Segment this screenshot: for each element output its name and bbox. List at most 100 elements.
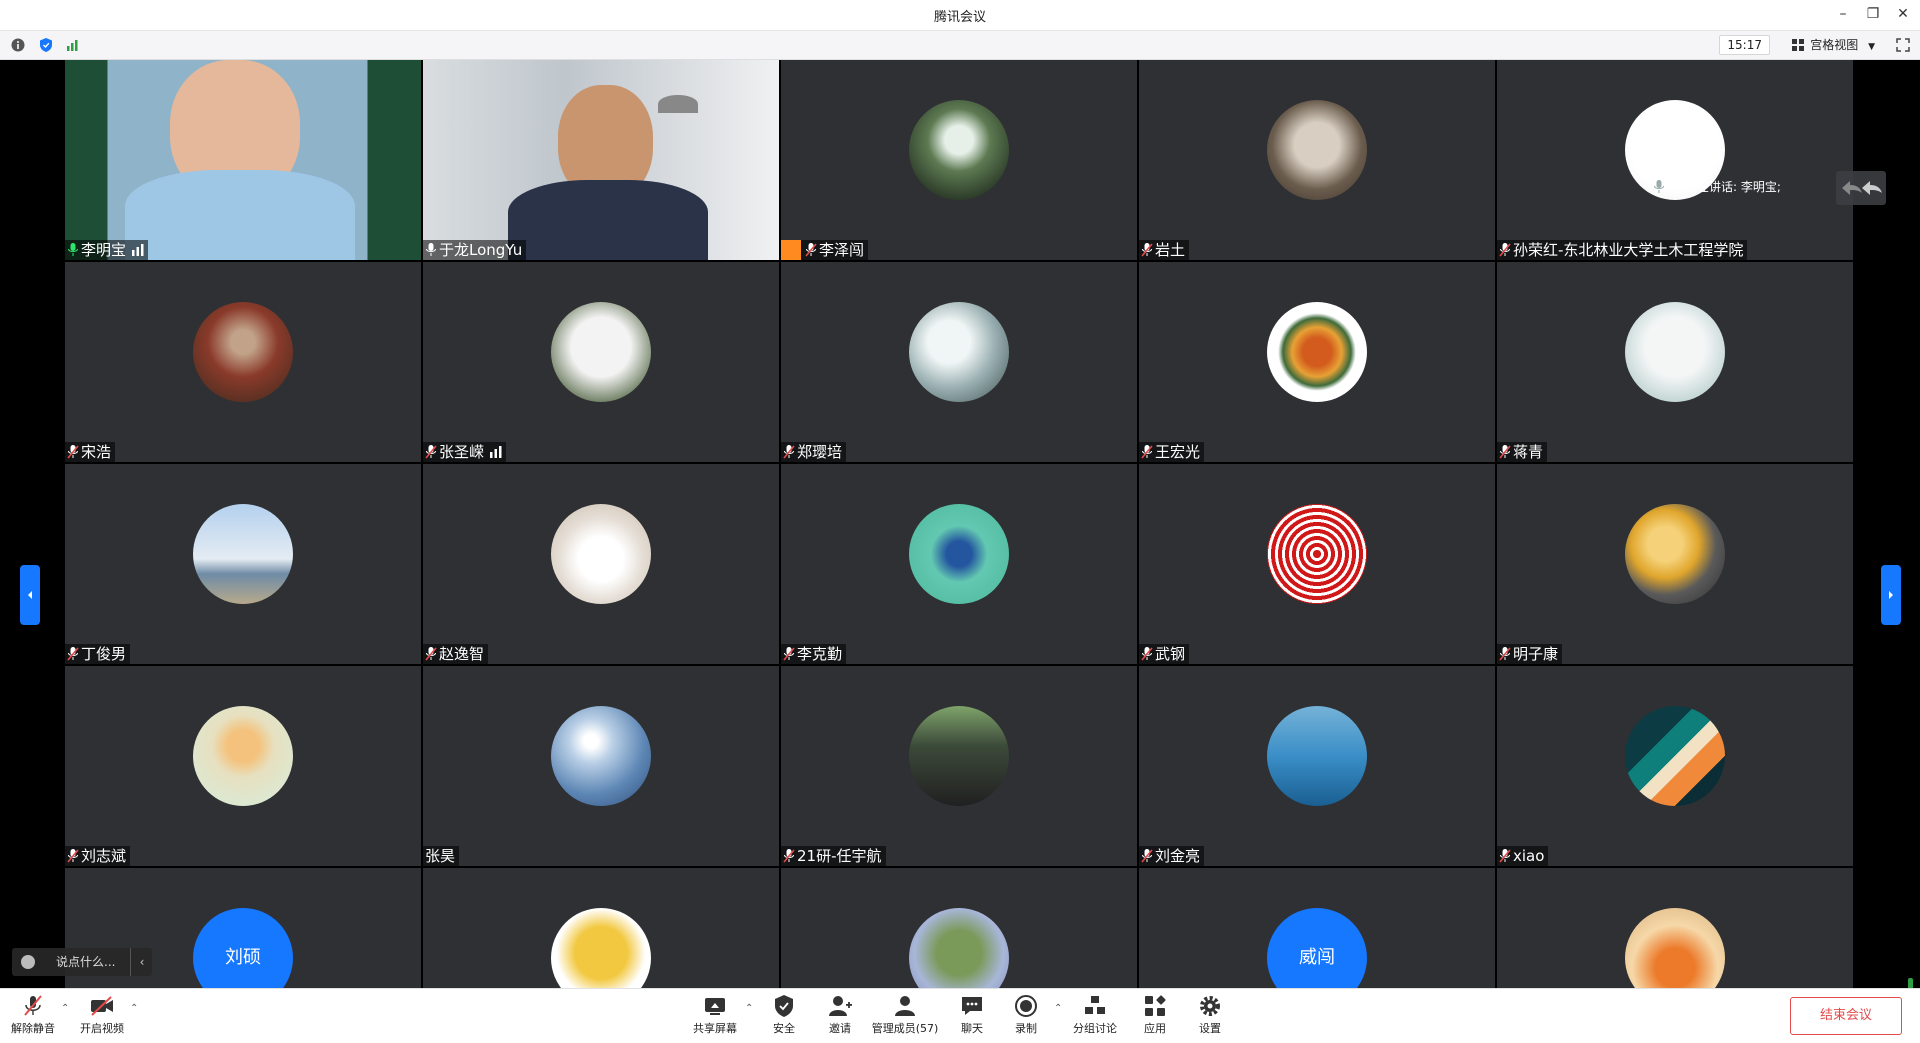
participant-name: 丁俊男 — [81, 645, 127, 663]
settings-label: 设置 — [1199, 1022, 1221, 1035]
participant-name: 李明宝 — [81, 241, 127, 259]
participant-tile[interactable]: 威闯 — [1139, 868, 1495, 988]
float-controls[interactable] — [1836, 171, 1886, 205]
next-page-button[interactable] — [1881, 565, 1901, 625]
mic-muted-icon — [1499, 849, 1511, 863]
participant-avatar — [909, 504, 1009, 604]
security-button[interactable]: 安全 — [768, 993, 800, 1039]
settings-button[interactable]: 设置 — [1195, 993, 1225, 1039]
audio-options-caret[interactable]: ⌃ — [61, 1003, 71, 1014]
participant-tile[interactable]: 刘志斌 — [65, 666, 421, 866]
mic-muted-icon — [425, 647, 437, 661]
record-button[interactable]: 录制 — [1011, 993, 1041, 1039]
participant-tile[interactable]: 郑璎培 — [781, 262, 1137, 462]
participant-tile[interactable]: 赵逸智 — [423, 464, 779, 664]
participant-nameplate: xiao — [1497, 846, 1549, 866]
participant-tile[interactable]: 丁俊男 — [65, 464, 421, 664]
chat-button[interactable]: 聊天 — [957, 993, 987, 1039]
participant-name: 李克勤 — [797, 645, 843, 663]
participant-tile[interactable]: 岩土 — [1139, 60, 1495, 260]
participant-avatar — [1267, 504, 1367, 604]
participant-avatar — [909, 302, 1009, 402]
emoji-icon[interactable] — [21, 955, 35, 969]
participant-avatar — [1267, 100, 1367, 200]
participant-tile[interactable]: xiao — [1497, 666, 1853, 866]
participant-avatar — [1267, 302, 1367, 402]
unmute-label: 解除静音 — [11, 1022, 55, 1035]
participant-tile[interactable]: 于龙LongYu — [423, 60, 779, 260]
participant-tile[interactable]: 宋浩 — [65, 262, 421, 462]
participant-avatar: 刘硕 — [193, 908, 293, 988]
chat-bubble-icon — [962, 997, 982, 1015]
mic-muted-icon — [783, 849, 795, 863]
participant-tile[interactable]: 张昊 — [423, 666, 779, 866]
participant-name: 刘金亮 — [1155, 847, 1201, 865]
breakout-rooms-button[interactable]: 分组讨论 — [1070, 993, 1120, 1039]
participant-tile[interactable]: 李泽闯 — [781, 60, 1137, 260]
participant-avatar — [1625, 908, 1725, 988]
chat-quick-input[interactable]: 说点什么... ‹ — [12, 948, 152, 976]
chat-label: 聊天 — [961, 1022, 983, 1035]
invite-button[interactable]: 邀请 — [825, 993, 855, 1039]
participant-tile[interactable]: 王宏光 — [1139, 262, 1495, 462]
end-meeting-button[interactable]: 结束会议 — [1790, 997, 1902, 1035]
shield-icon[interactable] — [39, 38, 53, 52]
breakout-icon — [1085, 996, 1105, 1014]
participant-name: xiao — [1513, 847, 1545, 865]
participant-grid: 李明宝 于龙LongYu 李泽闯 岩土 孙荣红-东北林业大学土木工程学院宋浩 张圣嵘 郑璎培… — [65, 60, 1855, 988]
participant-avatar — [551, 706, 651, 806]
unmute-button[interactable]: 解除静音 — [8, 993, 58, 1039]
minimize-button[interactable]: – — [1832, 4, 1854, 24]
apps-button[interactable]: 应用 — [1140, 993, 1170, 1039]
prev-page-button[interactable] — [20, 565, 40, 625]
info-icon[interactable] — [11, 38, 25, 52]
participant-tile[interactable]: 21研-任宇航 — [781, 666, 1137, 866]
share-screen-button[interactable]: 共享屏幕 — [690, 993, 740, 1039]
participant-nameplate: 宋浩 — [65, 442, 116, 462]
participant-tile[interactable]: 李克勤 — [781, 464, 1137, 664]
participant-avatar — [193, 504, 293, 604]
participant-name: 张昊 — [425, 847, 456, 865]
participant-tile[interactable]: 明子康 — [1497, 464, 1853, 664]
restore-button[interactable]: ❐ — [1862, 4, 1884, 24]
participant-tile[interactable] — [1497, 868, 1853, 988]
view-switch-dropdown[interactable]: 宫格视图 ▼ — [1792, 35, 1875, 55]
mic-muted-icon — [67, 849, 79, 863]
participant-avatar: 威闯 — [1267, 908, 1367, 988]
video-options-caret[interactable]: ⌃ — [130, 1003, 140, 1014]
participant-nameplate: 李泽闯 — [781, 240, 869, 260]
participant-name: 于龙LongYu — [439, 241, 523, 259]
apps-label: 应用 — [1144, 1022, 1166, 1035]
participant-tile[interactable]: 武钢 — [1139, 464, 1495, 664]
participant-tile[interactable] — [423, 868, 779, 988]
record-icon — [1015, 995, 1037, 1017]
manage-members-button[interactable]: 管理成员(57) — [870, 993, 940, 1039]
participant-name: 宋浩 — [81, 443, 112, 461]
record-options-caret[interactable]: ⌃ — [1054, 1003, 1064, 1014]
participant-tile[interactable]: 李明宝 — [65, 60, 421, 260]
invite-user-icon — [829, 996, 852, 1016]
participant-tile[interactable] — [781, 868, 1137, 988]
network-signal-icon[interactable] — [66, 38, 80, 52]
participant-avatar — [1267, 706, 1367, 806]
fullscreen-icon[interactable] — [1896, 38, 1910, 52]
title-bar: 腾讯会议 – ❐ ✕ — [0, 0, 1920, 31]
start-video-button[interactable]: 开启视频 — [76, 993, 128, 1039]
mic-muted-icon — [1141, 849, 1153, 863]
participant-tile[interactable]: 孙荣红-东北林业大学土木工程学院 — [1497, 60, 1853, 260]
meeting-clock: 15:17 — [1719, 35, 1770, 55]
collapse-chat-button[interactable]: ‹ — [130, 948, 153, 976]
mic-icon — [426, 243, 436, 256]
participant-avatar — [551, 302, 651, 402]
participant-nameplate: 蒋青 — [1497, 442, 1548, 462]
apps-icon — [1145, 995, 1166, 1016]
participant-tile[interactable]: 张圣嵘 — [423, 262, 779, 462]
participant-tile[interactable]: 蒋青 — [1497, 262, 1853, 462]
chat-placeholder: 说点什么... — [56, 955, 116, 969]
participant-nameplate: 丁俊男 — [65, 644, 131, 664]
invite-label: 邀请 — [829, 1022, 851, 1035]
close-button[interactable]: ✕ — [1892, 4, 1914, 24]
share-options-caret[interactable]: ⌃ — [745, 1003, 755, 1014]
participant-name: 孙荣红-东北林业大学土木工程学院 — [1513, 241, 1744, 259]
participant-tile[interactable]: 刘金亮 — [1139, 666, 1495, 866]
